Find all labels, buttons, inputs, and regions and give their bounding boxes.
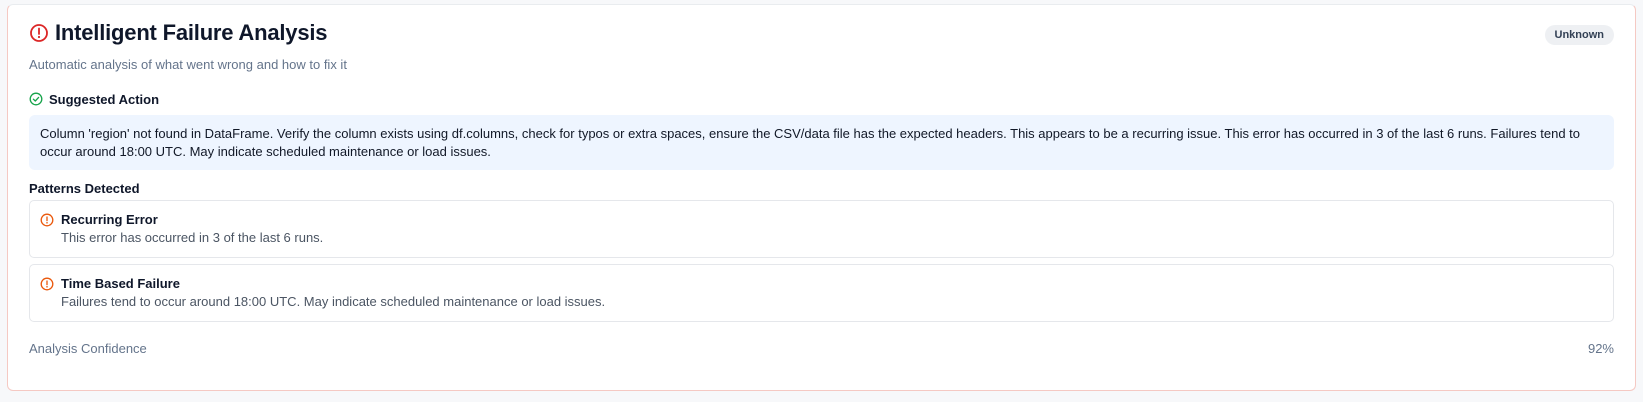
suggested-action-text: Column 'region' not found in DataFrame. … <box>29 115 1614 170</box>
check-circle-icon <box>29 92 43 106</box>
confidence-row: Analysis Confidence 92% <box>29 341 1614 356</box>
failure-analysis-card: Intelligent Failure Analysis Automatic a… <box>7 4 1636 391</box>
pattern-item-time-based-failure: Time Based Failure Failures tend to occu… <box>29 264 1614 322</box>
suggested-action-section: Suggested Action Column 'region' not fou… <box>29 89 1614 170</box>
confidence-value: 92% <box>1587 341 1614 356</box>
alert-circle-icon <box>40 213 54 227</box>
title-row: Intelligent Failure Analysis <box>29 19 1614 47</box>
pattern-description: This error has occurred in 3 of the last… <box>61 230 324 245</box>
pattern-item-recurring-error: Recurring Error This error has occurred … <box>29 200 1614 258</box>
suggested-action-header: Suggested Action <box>29 89 1614 109</box>
pattern-title: Recurring Error <box>61 212 158 227</box>
confidence-label: Analysis Confidence <box>29 341 147 356</box>
pattern-title: Time Based Failure <box>61 276 180 291</box>
alert-circle-icon <box>40 277 54 291</box>
card-header: Intelligent Failure Analysis Automatic a… <box>29 19 1614 79</box>
patterns-title: Patterns Detected <box>29 181 140 196</box>
suggested-action-label: Suggested Action <box>49 91 160 107</box>
alert-circle-icon <box>29 23 49 43</box>
status-badge: Unknown <box>1544 25 1614 45</box>
page-title: Intelligent Failure Analysis <box>55 20 328 45</box>
page-subtitle: Automatic analysis of what went wrong an… <box>29 57 347 72</box>
pattern-description: Failures tend to occur around 18:00 UTC.… <box>61 294 606 309</box>
